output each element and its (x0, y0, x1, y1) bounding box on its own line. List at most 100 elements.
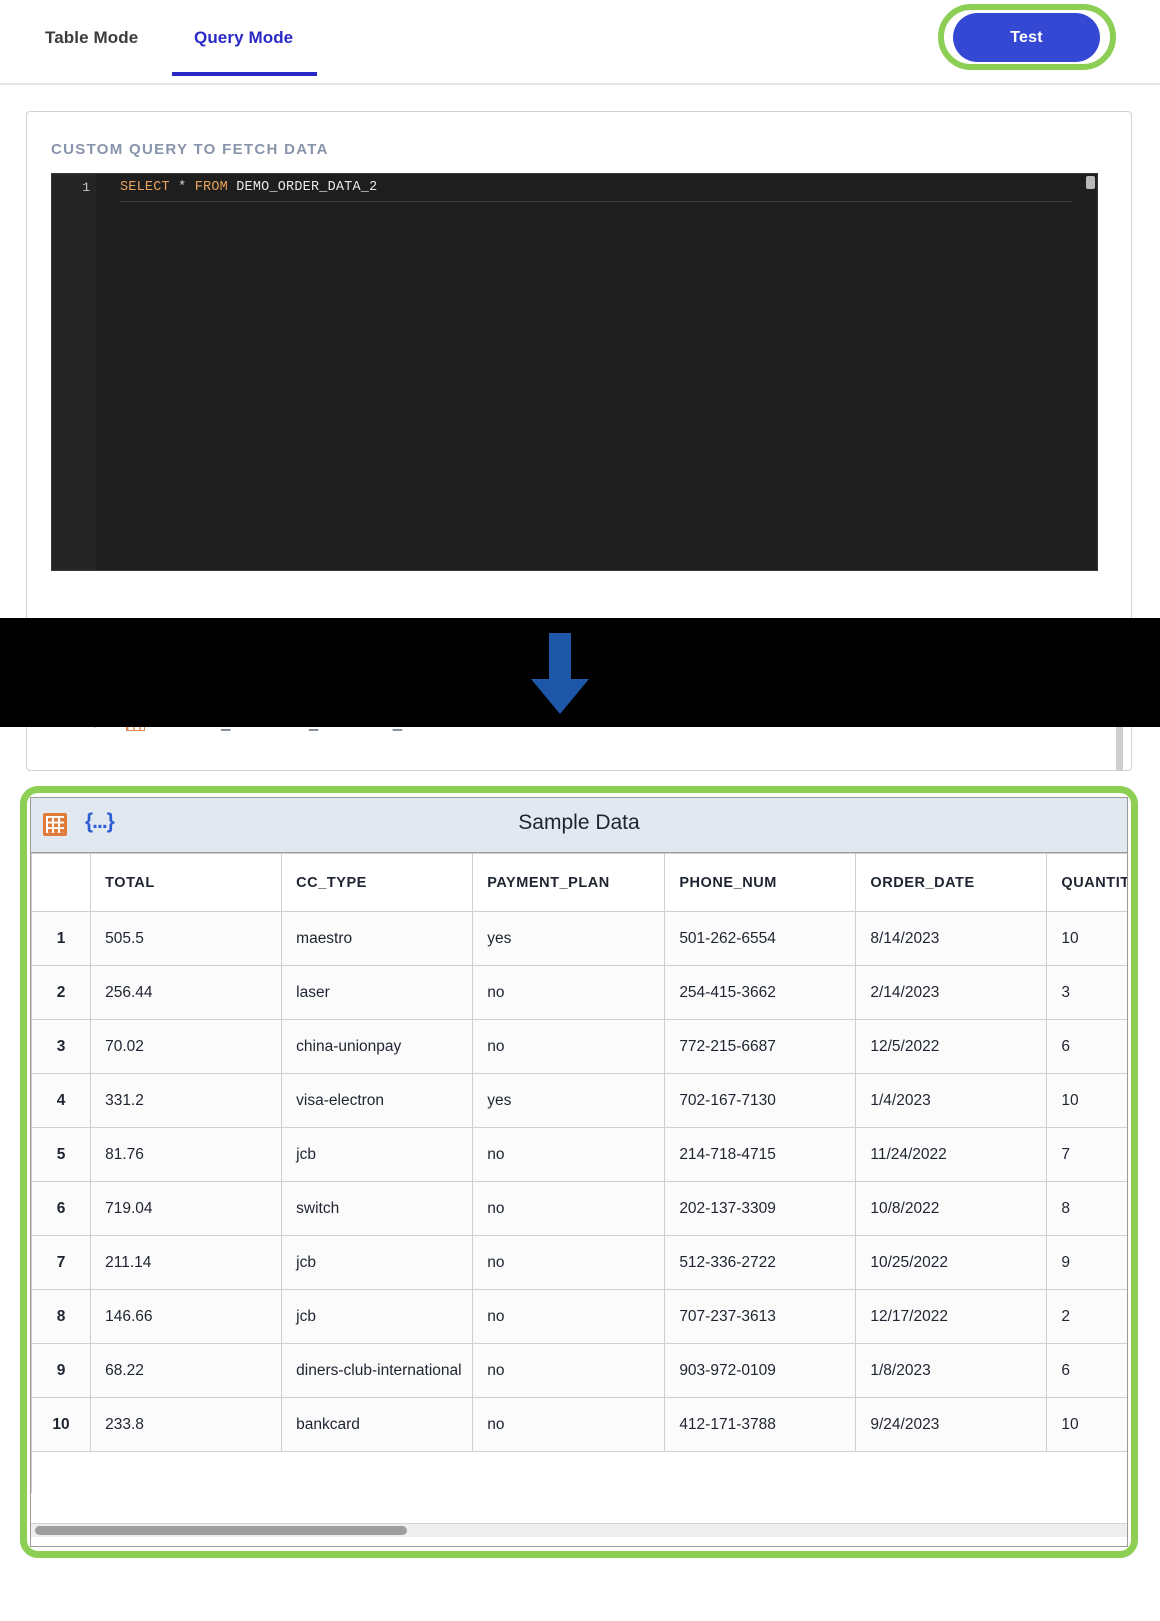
sql-keyword-select: SELECT (120, 180, 170, 195)
cell-quantity: 6 (1046, 1019, 1127, 1074)
cell-cc-type: jcb (281, 1235, 474, 1290)
cell-total: 233.8 (90, 1397, 283, 1452)
column-header-total[interactable]: TOTAL (90, 853, 283, 912)
grid-horizontal-scrollbar-track[interactable] (31, 1523, 1127, 1537)
cell-order-date: 12/5/2022 (855, 1019, 1048, 1074)
tab-query-mode[interactable]: Query Mode (171, 28, 318, 76)
cell-phone-num: 202-137-3309 (664, 1181, 857, 1236)
cell-payment-plan: no (472, 1181, 666, 1236)
tab-table-mode[interactable]: Table Mode (45, 28, 138, 76)
table-row[interactable]: 9 68.22 diners-club-international no 903… (31, 1343, 1127, 1398)
cell-cc-type-text: diners-club-international (296, 1361, 462, 1379)
cell-cc-type: visa-electron (281, 1073, 474, 1128)
cell-cc-type: bankcard (281, 1397, 474, 1452)
editor-vertical-scrollbar[interactable] (1086, 176, 1095, 189)
column-header-order-date[interactable]: ORDER_DATE (855, 853, 1048, 912)
row-index: 6 (31, 1181, 92, 1236)
cell-quantity: 10 (1046, 911, 1127, 966)
cell-cc-type: switch (281, 1181, 474, 1236)
table-body: 1 505.5 maestro yes 501-262-6554 8/14/20… (31, 911, 1127, 1452)
cell-quantity: 7 (1046, 1127, 1127, 1182)
table-row[interactable]: 4 331.2 visa-electron yes 702-167-7130 1… (31, 1073, 1127, 1128)
column-header-quantity[interactable]: QUANTITY (1046, 853, 1127, 912)
sql-keyword-from: FROM (194, 180, 228, 195)
editor-gutter (52, 174, 96, 570)
cell-total: 146.66 (90, 1289, 283, 1344)
cell-phone-num: 512-336-2722 (664, 1235, 857, 1290)
cell-order-date: 1/8/2023 (855, 1343, 1048, 1398)
cell-order-date: 1/4/2023 (855, 1073, 1048, 1128)
row-index: 9 (31, 1343, 92, 1398)
custom-query-label: CUSTOM QUERY TO FETCH DATA (51, 141, 329, 158)
grid-horizontal-scrollbar-thumb[interactable] (35, 1526, 407, 1535)
cell-total: 68.22 (90, 1343, 283, 1398)
row-index: 3 (31, 1019, 92, 1074)
sample-data-header: {...} Sample Data (31, 798, 1127, 853)
cell-phone-num: 254-415-3662 (664, 965, 857, 1020)
cell-order-date: 8/14/2023 (855, 911, 1048, 966)
cell-phone-num: 772-215-6687 (664, 1019, 857, 1074)
cell-payment-plan: no (472, 1289, 666, 1344)
cell-quantity: 6 (1046, 1343, 1127, 1398)
table-row[interactable]: 5 81.76 jcb no 214-718-4715 11/24/2022 7 (31, 1127, 1127, 1182)
cell-cc-type: jcb (281, 1289, 474, 1344)
cell-payment-plan: no (472, 1235, 666, 1290)
down-arrow-annotation (531, 633, 589, 714)
cell-phone-num: 214-718-4715 (664, 1127, 857, 1182)
table-row[interactable]: 8 146.66 jcb no 707-237-3613 12/17/2022 … (31, 1289, 1127, 1344)
cell-order-date: 11/24/2022 (855, 1127, 1048, 1182)
cell-total: 70.02 (90, 1019, 283, 1074)
cell-order-date: 10/8/2022 (855, 1181, 1048, 1236)
table-row[interactable]: 7 211.14 jcb no 512-336-2722 10/25/2022 … (31, 1235, 1127, 1290)
cell-phone-num: 501-262-6554 (664, 911, 857, 966)
cell-payment-plan: yes (472, 1073, 666, 1128)
cell-order-date: 12/17/2022 (855, 1289, 1048, 1344)
cell-quantity: 3 (1046, 965, 1127, 1020)
sql-identifier-value: DEMO_ORDER_DATA_2 (236, 180, 378, 195)
column-header-cc-type[interactable]: CC_TYPE (281, 853, 474, 912)
sql-table-identifier (228, 180, 236, 195)
grid-empty-area (31, 1452, 1127, 1493)
cell-total: 719.04 (90, 1181, 283, 1236)
cell-quantity: 9 (1046, 1235, 1127, 1290)
cell-total: 211.14 (90, 1235, 283, 1290)
sample-data-table: TOTAL CC_TYPE PAYMENT_PLAN PHONE_NUM ORD… (31, 853, 1127, 1452)
column-header-rownum[interactable] (31, 853, 92, 912)
table-row[interactable]: 2 256.44 laser no 254-415-3662 2/14/2023… (31, 965, 1127, 1020)
cell-phone-num: 412-171-3788 (664, 1397, 857, 1452)
editor-line-number: 1 (82, 180, 90, 195)
cell-quantity: 8 (1046, 1181, 1127, 1236)
sample-data-title: Sample Data (518, 811, 640, 834)
table-row[interactable]: 3 70.02 china-unionpay no 772-215-6687 1… (31, 1019, 1127, 1074)
cell-payment-plan: no (472, 1127, 666, 1182)
cell-total: 505.5 (90, 911, 283, 966)
editor-active-line-underline (120, 201, 1072, 202)
row-index: 4 (31, 1073, 92, 1128)
table-row[interactable]: 10 233.8 bankcard no 412-171-3788 9/24/2… (31, 1397, 1127, 1452)
row-index: 7 (31, 1235, 92, 1290)
test-button[interactable]: Test (953, 13, 1100, 62)
cell-phone-num: 903-972-0109 (664, 1343, 857, 1398)
cell-payment-plan: yes (472, 911, 666, 966)
sample-data-panel: {...} Sample Data TOTAL CC_TYPE PAYMENT_… (30, 797, 1128, 1547)
cell-payment-plan: no (472, 1019, 666, 1074)
cell-total: 256.44 (90, 965, 283, 1020)
column-header-payment-plan[interactable]: PAYMENT_PLAN (472, 853, 666, 912)
cell-order-date: 9/24/2023 (855, 1397, 1048, 1452)
table-row[interactable]: 6 719.04 switch no 202-137-3309 10/8/202… (31, 1181, 1127, 1236)
sql-code-line[interactable]: SELECT * FROM DEMO_ORDER_DATA_2 (120, 180, 377, 195)
column-header-phone-num[interactable]: PHONE_NUM (664, 853, 857, 912)
cell-phone-num: 707-237-3613 (664, 1289, 857, 1344)
sample-data-grid-scroll: TOTAL CC_TYPE PAYMENT_PLAN PHONE_NUM ORD… (31, 853, 1127, 1493)
cell-quantity: 10 (1046, 1073, 1127, 1128)
table-row[interactable]: 1 505.5 maestro yes 501-262-6554 8/14/20… (31, 911, 1127, 966)
cell-cc-type[interactable]: diners-club-international (281, 1343, 474, 1398)
row-index: 2 (31, 965, 92, 1020)
cell-phone-num: 702-167-7130 (664, 1073, 857, 1128)
cell-quantity: 10 (1046, 1397, 1127, 1452)
cell-payment-plan: no (472, 1397, 666, 1452)
sql-editor[interactable]: 1 SELECT * FROM DEMO_ORDER_DATA_2 (51, 173, 1098, 571)
table-header-row: TOTAL CC_TYPE PAYMENT_PLAN PHONE_NUM ORD… (31, 853, 1127, 912)
cell-cc-type: maestro (281, 911, 474, 966)
cell-cc-type: jcb (281, 1127, 474, 1182)
